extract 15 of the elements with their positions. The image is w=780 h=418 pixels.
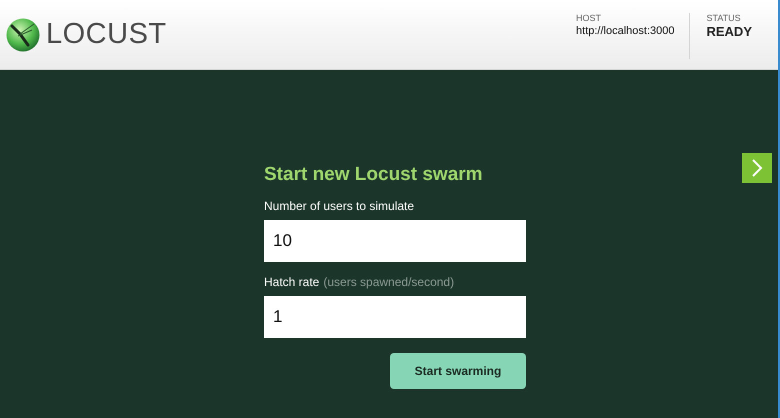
field-label: Number of users to simulate bbox=[264, 199, 414, 213]
logo-text: LOCUST bbox=[46, 18, 167, 51]
host-label: HOST bbox=[576, 13, 602, 23]
status-label: STATUS bbox=[706, 13, 742, 23]
start-swarming-button[interactable]: Start swarming bbox=[390, 353, 526, 389]
form-title: Start new Locust swarm bbox=[264, 164, 484, 186]
status-value: READY bbox=[706, 24, 752, 39]
field-label: Hatch rate bbox=[264, 275, 320, 289]
host-value: http://localhost:3000 bbox=[576, 25, 674, 37]
next-panel-button[interactable] bbox=[742, 153, 772, 183]
input-field[interactable]: 1 bbox=[264, 296, 526, 338]
input-field[interactable]: 10 bbox=[264, 220, 526, 262]
field-hint: (users spawned/second) bbox=[323, 275, 454, 289]
chevron-right-icon bbox=[751, 159, 763, 177]
locust-logo-icon bbox=[6, 18, 40, 52]
